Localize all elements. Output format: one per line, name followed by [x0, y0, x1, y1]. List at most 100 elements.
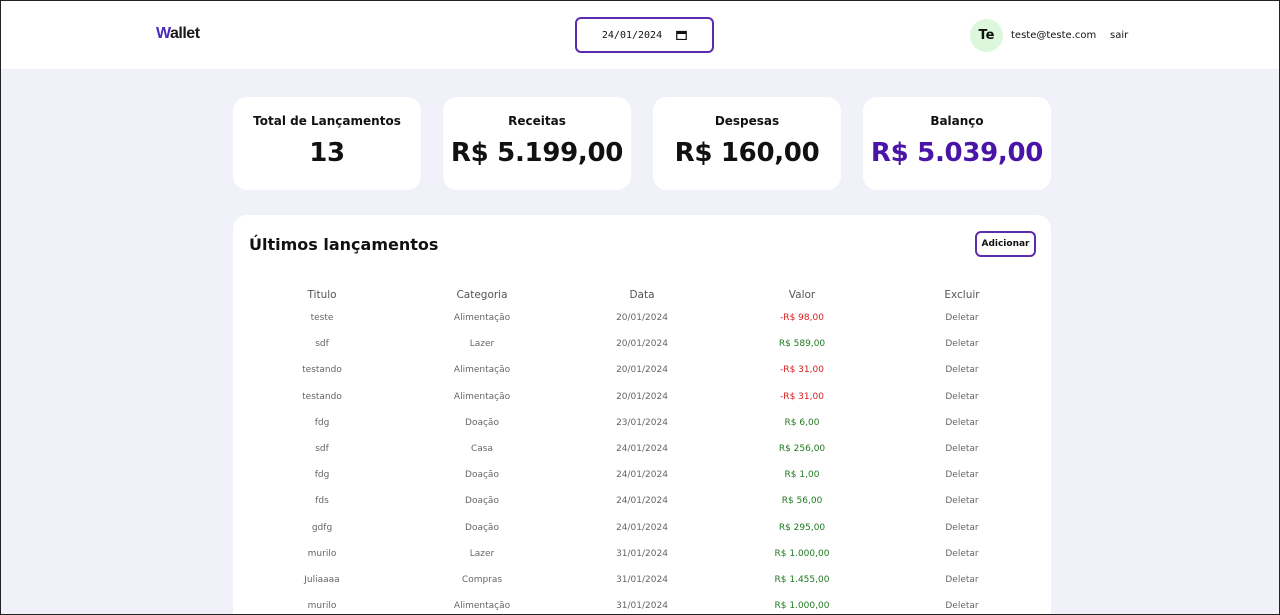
- calendar-icon[interactable]: [676, 30, 687, 41]
- column-header-date: Data: [629, 288, 655, 301]
- row-category: Doação: [465, 522, 499, 533]
- top-bar: Wallet 24/01/2024 Te teste@teste.com sai…: [1, 1, 1279, 69]
- row-value: R$ 6,00: [784, 417, 820, 428]
- row-category: Alimentação: [453, 601, 511, 612]
- delete-link[interactable]: Deletar: [882, 496, 1042, 506]
- summary-cards: Total de Lançamentos 13 Receitas R$ 5.19…: [233, 97, 1051, 190]
- table-header: Titulo Categoria Data Valor Excluir: [242, 287, 1042, 302]
- delete-link[interactable]: Deletar: [882, 575, 1042, 585]
- row-category: Doação: [465, 496, 499, 507]
- card-income: Receitas R$ 5.199,00: [443, 97, 631, 190]
- delete-link[interactable]: Deletar: [882, 601, 1042, 611]
- row-date: 24/01/2024: [616, 522, 668, 533]
- row-value: -R$ 98,00: [780, 313, 824, 324]
- row-date: 24/01/2024: [616, 496, 668, 507]
- table-row: sdf Lazer 20/01/2024 R$ 589,00 Deletar: [242, 331, 1042, 357]
- row-title: fds: [315, 496, 329, 507]
- row-date: 20/01/2024: [616, 313, 668, 324]
- row-category: Lazer: [469, 339, 495, 350]
- card-value: R$ 5.199,00: [450, 138, 624, 168]
- table-row: testando Alimentação 20/01/2024 -R$ 31,00 De…: [242, 384, 1042, 410]
- row-value: -R$ 31,00: [780, 391, 824, 402]
- column-header-delete: Excluir: [944, 288, 980, 301]
- card-expenses: Despesas R$ 160,00: [653, 97, 841, 190]
- row-date: 20/01/2024: [616, 339, 668, 350]
- row-value: R$ 1,00: [784, 470, 820, 481]
- delete-link[interactable]: Deletar: [882, 339, 1042, 349]
- row-title: murilo: [307, 601, 337, 612]
- delete-link[interactable]: Deletar: [882, 444, 1042, 454]
- column-header-title: Titulo: [307, 288, 337, 301]
- card-total-launches: Total de Lançamentos 13: [233, 97, 421, 190]
- logo-rest: allet: [170, 25, 200, 42]
- row-date: 31/01/2024: [616, 601, 668, 612]
- column-header-category: Categoria: [456, 288, 508, 301]
- table-row: teste Alimentação 20/01/2024 -R$ 98,00 Delet…: [242, 305, 1042, 331]
- row-title: teste: [310, 313, 334, 324]
- row-value: R$ 589,00: [778, 339, 826, 350]
- user-info: Te teste@teste.com: [970, 19, 1096, 52]
- delete-link[interactable]: Deletar: [882, 418, 1042, 428]
- row-date: 20/01/2024: [616, 365, 668, 376]
- row-value: R$ 1.000,00: [774, 548, 830, 559]
- table-row: sdf Casa 24/01/2024 R$ 256,00 Deletar: [242, 436, 1042, 462]
- logo: Wallet: [156, 25, 200, 43]
- delete-link[interactable]: Deletar: [882, 549, 1042, 559]
- table-row: gdfg Doação 24/01/2024 R$ 295,00 Deletar: [242, 515, 1042, 541]
- row-value: R$ 1.000,00: [774, 601, 830, 612]
- row-title: fdg: [314, 470, 330, 481]
- row-date: 24/01/2024: [616, 470, 668, 481]
- table-row: fdg Doação 23/01/2024 R$ 6,00 Deletar: [242, 410, 1042, 436]
- row-title: fdg: [314, 417, 330, 428]
- date-value: 24/01/2024: [601, 29, 663, 41]
- table-row: Juliaaaa Compras 31/01/2024 R$ 1.455,00 Dele…: [242, 567, 1042, 593]
- add-button[interactable]: Adicionar: [975, 231, 1036, 257]
- row-category: Casa: [470, 444, 493, 455]
- table-row: testando Alimentação 20/01/2024 -R$ 31,00 De…: [242, 357, 1042, 383]
- transactions-panel: Últimos lançamentos Adicionar Titulo Cat…: [233, 215, 1051, 614]
- card-title: Total de Lançamentos: [253, 114, 401, 128]
- page: Wallet 24/01/2024 Te teste@teste.com sai…: [0, 0, 1280, 615]
- row-value: R$ 1.455,00: [774, 574, 830, 585]
- panel-title: Últimos lançamentos: [249, 235, 439, 254]
- delete-link[interactable]: Deletar: [882, 313, 1042, 323]
- delete-link[interactable]: Deletar: [882, 470, 1042, 480]
- delete-link[interactable]: Deletar: [882, 392, 1042, 402]
- row-date: 20/01/2024: [616, 391, 668, 402]
- row-title: sdf: [315, 339, 329, 350]
- row-category: Alimentação: [453, 365, 511, 376]
- row-category: Compras: [461, 574, 503, 585]
- row-value: R$ 56,00: [781, 496, 823, 507]
- transactions-table: Titulo Categoria Data Valor Excluir test…: [242, 287, 1042, 614]
- card-value: R$ 160,00: [674, 138, 820, 168]
- avatar: Te: [970, 19, 1003, 52]
- row-category: Doação: [465, 470, 499, 481]
- row-category: Alimentação: [453, 313, 511, 324]
- row-category: Doação: [465, 417, 499, 428]
- row-title: murilo: [307, 548, 337, 559]
- row-category: Lazer: [469, 548, 495, 559]
- row-title: sdf: [315, 444, 329, 455]
- row-value: R$ 256,00: [778, 444, 826, 455]
- column-header-value: Valor: [788, 288, 816, 301]
- logout-link[interactable]: sair: [1110, 30, 1128, 41]
- user-email: teste@teste.com: [1011, 30, 1097, 41]
- row-value: R$ 295,00: [778, 522, 826, 533]
- row-date: 31/01/2024: [616, 548, 668, 559]
- card-balance: Balanço R$ 5.039,00: [863, 97, 1051, 190]
- card-title: Receitas: [508, 114, 566, 128]
- row-category: Alimentação: [453, 391, 511, 402]
- table-row: murilo Alimentação 31/01/2024 R$ 1.000,00 De…: [242, 593, 1042, 614]
- card-title: Despesas: [714, 114, 780, 128]
- table-row: fds Doação 24/01/2024 R$ 56,00 Deletar: [242, 488, 1042, 514]
- row-value: -R$ 31,00: [780, 365, 824, 376]
- table-row: fdg Doação 24/01/2024 R$ 1,00 Deletar: [242, 462, 1042, 488]
- date-filter-input[interactable]: 24/01/2024: [575, 17, 714, 53]
- delete-link[interactable]: Deletar: [882, 523, 1042, 533]
- row-date: 24/01/2024: [616, 444, 668, 455]
- row-date: 23/01/2024: [616, 417, 668, 428]
- logo-initial: W: [156, 25, 171, 42]
- card-title: Balanço: [930, 114, 984, 128]
- delete-link[interactable]: Deletar: [882, 365, 1042, 375]
- row-title: Juliaaaa: [304, 574, 340, 585]
